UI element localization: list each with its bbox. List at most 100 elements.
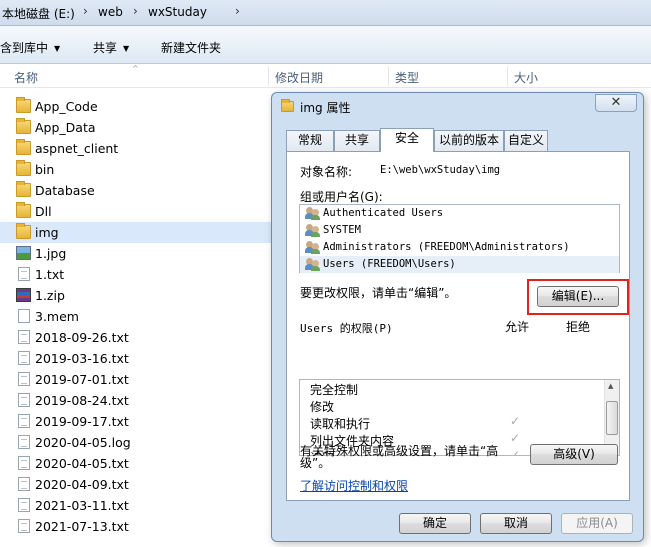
file-name: 1.zip <box>35 288 65 303</box>
include-library-label: 含到库中 <box>0 41 49 55</box>
share-button[interactable]: 共享 ▼ <box>93 39 129 56</box>
column-divider[interactable] <box>388 66 389 86</box>
file-list-item[interactable]: 2020-04-05.txt <box>0 453 272 474</box>
text-file-icon <box>18 330 30 344</box>
check-icon: ✓ <box>510 431 521 445</box>
breadcrumb-drive[interactable]: 本地磁盘 (E:) <box>2 5 75 22</box>
breadcrumb-separator-icon[interactable]: › <box>83 4 88 18</box>
folder-icon <box>16 97 31 113</box>
address-bar[interactable]: 本地磁盘 (E:) › web › wxStuday › <box>0 0 651 26</box>
file-name: 2020-04-09.txt <box>35 477 129 492</box>
user-list-item[interactable]: SYSTEM <box>300 222 619 239</box>
zip-file-icon <box>16 288 31 302</box>
breadcrumb-separator-icon[interactable]: › <box>133 4 138 18</box>
permission-name: 完全控制 <box>310 383 359 397</box>
file-name: Database <box>35 183 95 198</box>
user-list-item[interactable]: Users (FREEDOM\Users) <box>300 256 619 273</box>
cancel-button[interactable]: 取消 <box>480 513 552 534</box>
file-list-item[interactable]: 2019-09-17.txt <box>0 411 272 432</box>
object-name-value: E:\web\wxStuday\img <box>380 164 501 176</box>
file-list-item[interactable]: 2019-07-01.txt <box>0 369 272 390</box>
new-folder-button[interactable]: 新建文件夹 <box>161 39 221 56</box>
column-divider[interactable] <box>268 66 269 86</box>
folder-icon <box>16 118 31 134</box>
file-name: img <box>35 225 59 240</box>
file-list-item[interactable]: 2021-03-11.txt <box>0 495 272 516</box>
file-list-item[interactable]: Database <box>0 180 272 201</box>
file-list-item[interactable]: App_Data <box>0 117 272 138</box>
user-group-icon <box>305 207 320 220</box>
file-list-item[interactable]: 3.mem <box>0 306 272 327</box>
text-file-icon <box>18 393 30 407</box>
include-library-button[interactable]: 含到库中 ▼ <box>0 39 60 56</box>
file-list-item[interactable]: bin <box>0 159 272 180</box>
file-list-item[interactable]: 2018-09-26.txt <box>0 327 272 348</box>
column-header-row: ^ 名称 修改日期 类型 大小 <box>0 64 651 88</box>
file-list-item[interactable]: App_Code <box>0 96 272 117</box>
text-file-icon <box>18 477 30 491</box>
folder-icon <box>16 181 31 197</box>
tab-sharing[interactable]: 共享 <box>334 130 380 151</box>
apply-button[interactable]: 应用(A) <box>561 513 633 534</box>
permission-row: 修改 <box>300 397 619 414</box>
column-header-size[interactable]: 大小 <box>514 69 538 86</box>
ok-button[interactable]: 确定 <box>399 513 471 534</box>
file-list-item[interactable]: 1.txt <box>0 264 272 285</box>
file-name: 2019-03-16.txt <box>35 351 129 366</box>
file-name: 2019-07-01.txt <box>35 372 129 387</box>
learn-access-control-link[interactable]: 了解访问控制和权限 <box>300 477 408 494</box>
scroll-up-icon[interactable]: ▲ <box>608 382 613 390</box>
file-name: 2018-09-26.txt <box>35 330 129 345</box>
file-list-item[interactable]: 1.jpg <box>0 243 272 264</box>
tab-strip: 常规 共享 安全 以前的版本 自定义 <box>286 128 630 152</box>
column-header-type[interactable]: 类型 <box>395 69 419 86</box>
text-file-icon <box>18 435 30 449</box>
file-list-item[interactable]: 2020-04-05.log <box>0 432 272 453</box>
file-list-item[interactable]: img <box>0 222 272 243</box>
tab-customize[interactable]: 自定义 <box>504 130 548 151</box>
dropdown-arrow-icon: ▼ <box>54 44 61 53</box>
breadcrumb-web[interactable]: web <box>98 5 123 19</box>
file-name: 1.jpg <box>35 246 67 261</box>
file-name: App_Code <box>35 99 98 114</box>
breadcrumb-wxstuday[interactable]: wxStuday <box>148 5 207 19</box>
file-list-item[interactable]: 2021-07-13.txt <box>0 516 272 537</box>
column-header-name[interactable]: 名称 <box>14 69 38 86</box>
text-file-icon <box>18 519 30 533</box>
user-name: Users (FREEDOM\Users) <box>323 258 456 270</box>
user-list-item[interactable]: Administrators (FREEDOM\Administrators) <box>300 239 619 256</box>
breadcrumb-separator-icon[interactable]: › <box>235 4 240 18</box>
user-list[interactable]: Authenticated Users SYSTEM Administrators … <box>299 204 620 273</box>
user-name: Authenticated Users <box>323 207 444 219</box>
file-name: App_Data <box>35 120 96 135</box>
advanced-button[interactable]: 高级(V) <box>530 444 618 465</box>
security-panel: 对象名称: E:\web\wxStuday\img 组或用户名(G): Auth… <box>286 151 630 501</box>
scroll-thumb[interactable] <box>606 401 618 435</box>
dialog-title: img 属性 <box>300 101 351 115</box>
object-name-label: 对象名称: <box>300 165 353 179</box>
file-name: 3.mem <box>35 309 79 324</box>
file-name: 2021-07-13.txt <box>35 519 129 534</box>
close-button[interactable]: ✕ <box>595 94 637 112</box>
file-list-item[interactable]: 2019-03-16.txt <box>0 348 272 369</box>
group-user-label: 组或用户名(G): <box>300 190 383 204</box>
tab-previous-versions[interactable]: 以前的版本 <box>434 130 504 151</box>
special-permissions-text-line2: 级”。 <box>300 456 331 470</box>
tab-general[interactable]: 常规 <box>286 130 334 151</box>
change-permissions-text: 要更改权限，请单击“编辑”。 <box>300 286 457 300</box>
column-header-modified[interactable]: 修改日期 <box>275 69 323 86</box>
column-divider[interactable] <box>507 66 508 86</box>
tab-security[interactable]: 安全 <box>380 128 434 152</box>
file-name: 2020-04-05.log <box>35 435 131 450</box>
user-list-item[interactable]: Authenticated Users <box>300 205 619 222</box>
file-name: Dll <box>35 204 52 219</box>
file-list-item[interactable]: 1.zip <box>0 285 272 306</box>
file-list-item[interactable]: 2020-04-09.txt <box>0 474 272 495</box>
file-list-item[interactable]: Dll <box>0 201 272 222</box>
allow-column-label: 允许 <box>505 320 530 334</box>
edit-button[interactable]: 编辑(E)... <box>537 286 619 307</box>
file-name: 2020-04-05.txt <box>35 456 129 471</box>
file-name: 2021-03-11.txt <box>35 498 129 513</box>
file-list-item[interactable]: aspnet_client <box>0 138 272 159</box>
file-list-item[interactable]: 2019-08-24.txt <box>0 390 272 411</box>
